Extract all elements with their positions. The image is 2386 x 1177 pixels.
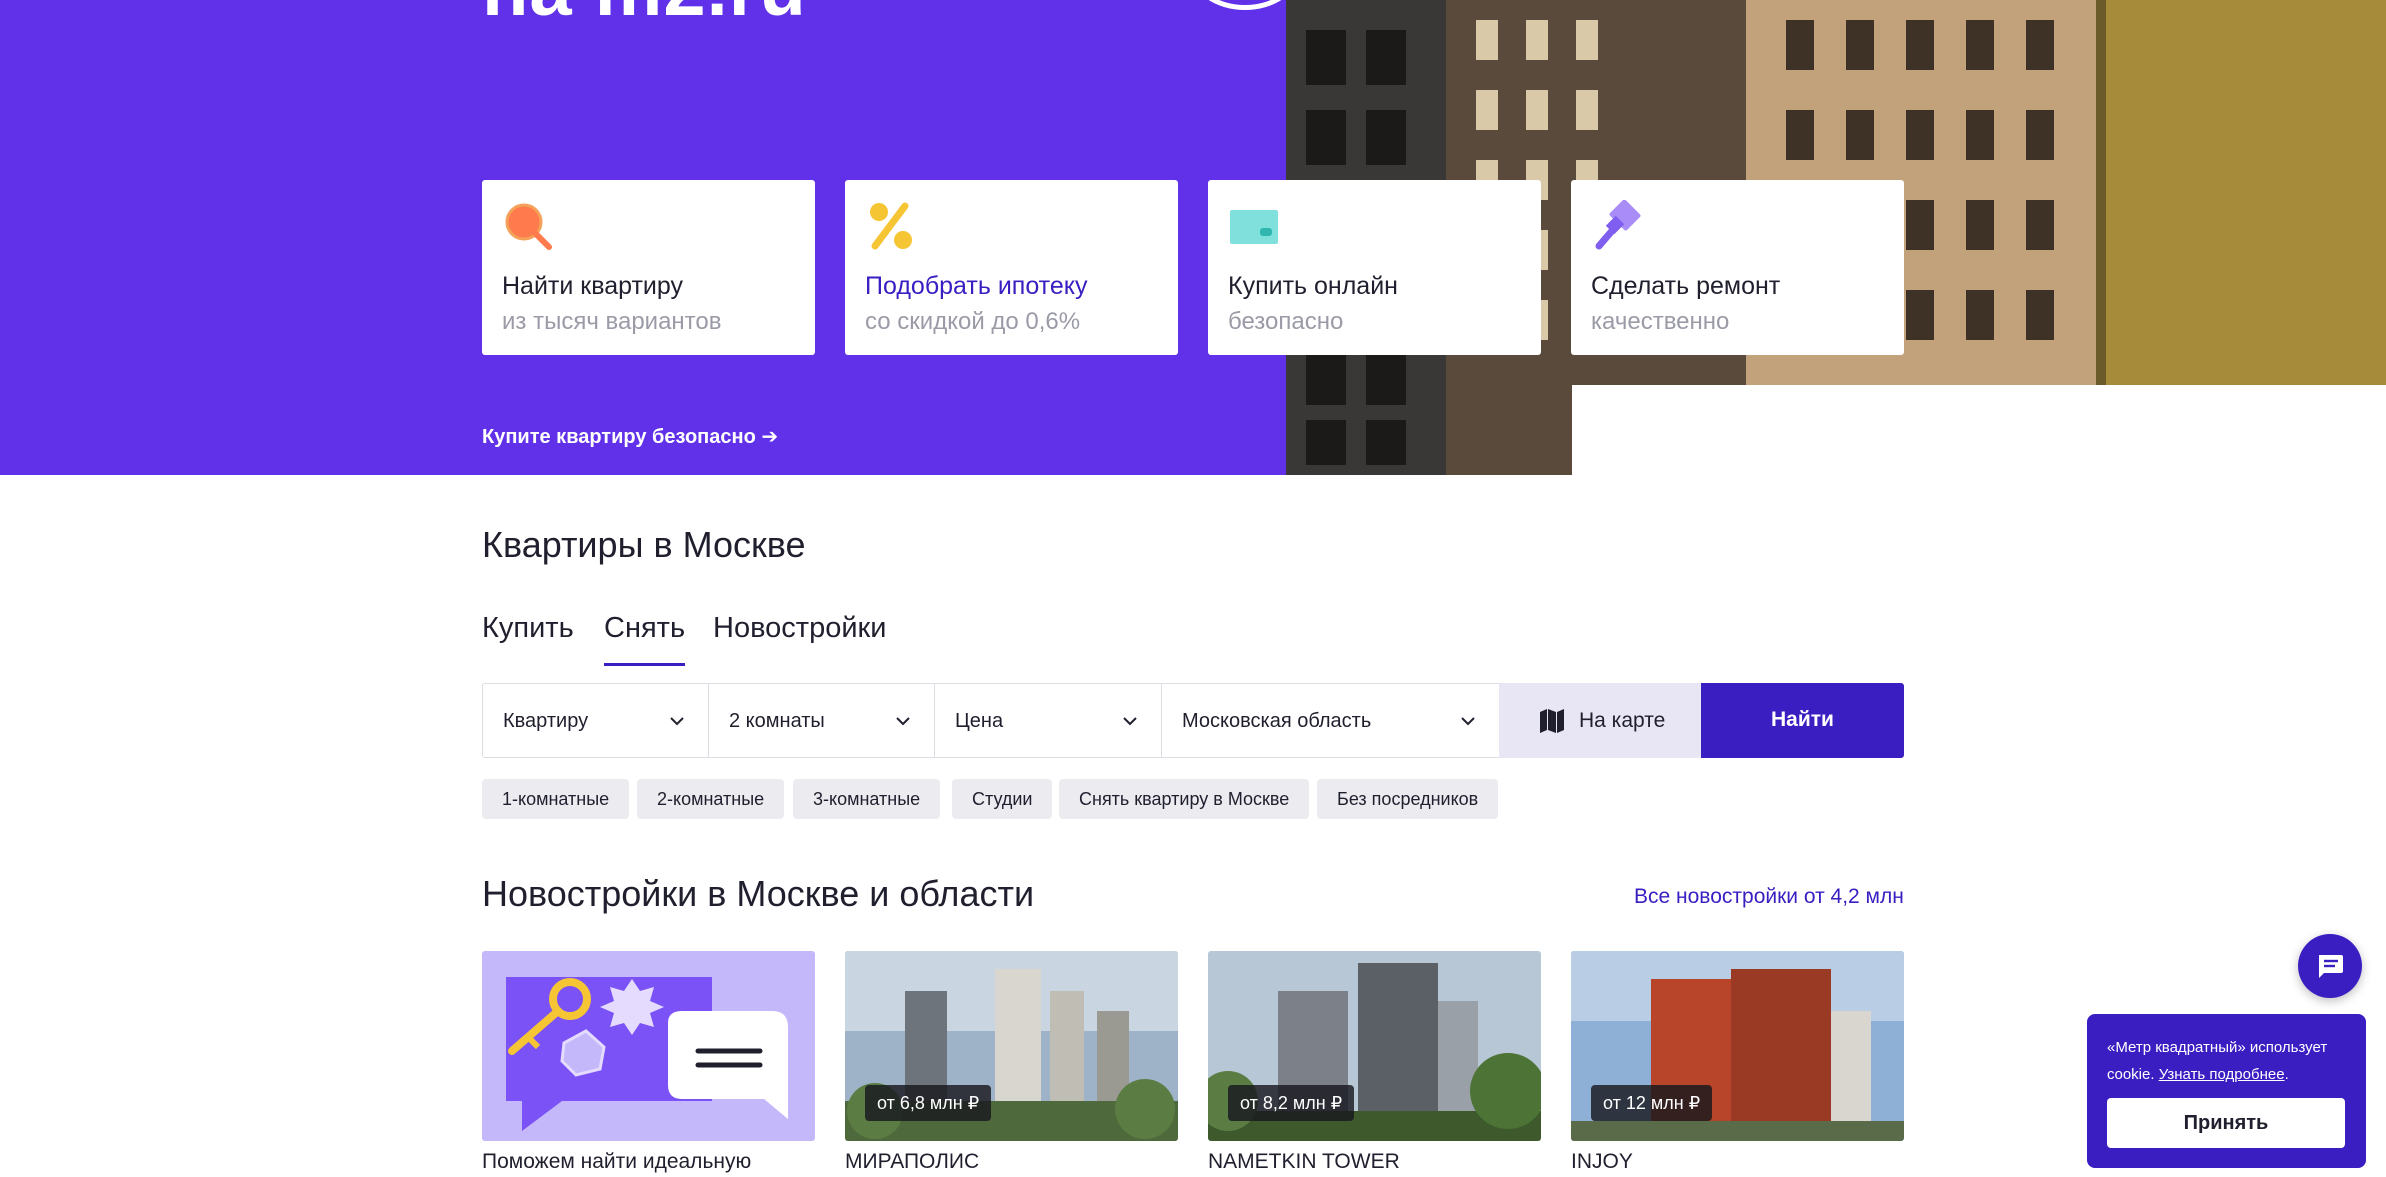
- search-bar: Квартиру 2 комнаты Цена Московская облас…: [482, 683, 1904, 758]
- tab-rent[interactable]: Снять: [604, 612, 686, 666]
- map-button[interactable]: На карте: [1499, 683, 1701, 758]
- hero-title: na m2.ru: [482, 0, 807, 28]
- chevron-down-icon: [1123, 717, 1137, 726]
- property-type-select[interactable]: Квартиру: [482, 683, 709, 758]
- price-badge: от 12 млн ₽: [1591, 1085, 1713, 1121]
- paint-brush-icon: [1595, 200, 1641, 250]
- tab-new-buildings[interactable]: Новостройки: [713, 612, 886, 663]
- select-value: Цена: [955, 710, 1004, 732]
- region-select[interactable]: Московская область: [1161, 683, 1500, 758]
- chevron-down-icon: [1461, 717, 1475, 726]
- key-chat-illustration: [482, 951, 815, 1141]
- chevron-down-icon: [896, 717, 910, 726]
- price-badge: от 6,8 млн ₽: [865, 1085, 992, 1121]
- select-value: 2 комнаты: [729, 710, 825, 732]
- service-title: Купить онлайн: [1228, 272, 1398, 300]
- building-card-mirapolis[interactable]: от 6,8 млн ₽: [845, 951, 1178, 1141]
- chip-studios[interactable]: Студии: [952, 779, 1053, 819]
- rooms-select[interactable]: 2 комнаты: [708, 683, 935, 758]
- apartments-title: Квартиры в Москве: [482, 524, 806, 565]
- chip-3-room[interactable]: 3-комнатные: [793, 779, 941, 819]
- service-subtitle: безопасно: [1228, 308, 1344, 335]
- chip-2-room[interactable]: 2-комнатные: [637, 779, 785, 819]
- service-subtitle: качественно: [1591, 308, 1730, 335]
- new-buildings-title: Новостройки в Москве и области: [482, 873, 1035, 914]
- chat-icon: [2319, 955, 2343, 978]
- select-value: Московская область: [1182, 710, 1372, 732]
- cookie-banner: «Метр квадратный» использует cookie. Узн…: [2087, 1014, 2366, 1168]
- building-card-nametkin[interactable]: от 8,2 млн ₽: [1208, 951, 1541, 1141]
- card-title: NAMETKIN TOWER: [1208, 1150, 1400, 1173]
- service-renovation[interactable]: Сделать ремонт качественно: [1571, 180, 1904, 355]
- service-find-apartment[interactable]: Найти квартиру из тысяч вариантов: [482, 180, 815, 355]
- service-buy-online[interactable]: Купить онлайн безопасно: [1208, 180, 1541, 355]
- chip-rent-moscow[interactable]: Снять квартиру в Москве: [1059, 779, 1310, 819]
- card-title: МИРАПОЛИС: [845, 1150, 980, 1173]
- tab-buy[interactable]: Купить: [482, 612, 574, 663]
- service-title: Подобрать ипотеку: [865, 272, 1088, 300]
- cookie-link-suffix: .: [2284, 1066, 2289, 1083]
- service-title: Сделать ремонт: [1591, 272, 1781, 300]
- price-select[interactable]: Цена: [934, 683, 1162, 758]
- find-button[interactable]: Найти: [1701, 683, 1904, 758]
- select-value: Квартиру: [503, 710, 589, 732]
- service-subtitle: со скидкой до 0,6%: [865, 308, 1081, 335]
- help-find-card[interactable]: [482, 951, 815, 1141]
- hero-decoration: [1190, 0, 1286, 10]
- chat-button[interactable]: [2298, 934, 2362, 998]
- all-new-buildings-link[interactable]: Все новостройки от 4,2 млн: [1634, 885, 1904, 909]
- hero-white-cutout: [1572, 385, 2386, 475]
- cookie-text: «Метр квадратный» использует cookie. Узн…: [2107, 1034, 2346, 1088]
- cookie-accept-button[interactable]: Принять: [2107, 1098, 2345, 1148]
- map-button-label: На карте: [1579, 709, 1666, 732]
- building-card-injoy[interactable]: от 12 млн ₽: [1571, 951, 1904, 1141]
- hero-section: na m2.ru: [0, 0, 2386, 475]
- service-subtitle: из тысяч вариантов: [502, 308, 722, 335]
- chevron-down-icon: [670, 717, 684, 726]
- find-button-label: Найти: [1771, 708, 1834, 731]
- card-icon: [1230, 210, 1278, 244]
- service-mortgage[interactable]: Подобрать ипотеку со скидкой до 0,6%: [845, 180, 1178, 355]
- map-icon: [1540, 709, 1564, 733]
- percent-icon: [870, 202, 912, 250]
- magnifier-icon: [505, 203, 552, 250]
- chip-1-room[interactable]: 1-комнатные: [482, 779, 630, 819]
- service-title: Найти квартиру: [502, 272, 684, 300]
- cookie-details-link[interactable]: Узнать подробнее: [2159, 1066, 2285, 1083]
- card-title: Поможем найти идеальную: [482, 1150, 752, 1173]
- price-badge: от 8,2 млн ₽: [1228, 1085, 1355, 1121]
- buy-safely-link[interactable]: Купите квартиру безопасно ➔: [482, 424, 778, 449]
- card-title: INJOY: [1571, 1150, 1633, 1173]
- chip-no-agents[interactable]: Без посредников: [1317, 779, 1499, 819]
